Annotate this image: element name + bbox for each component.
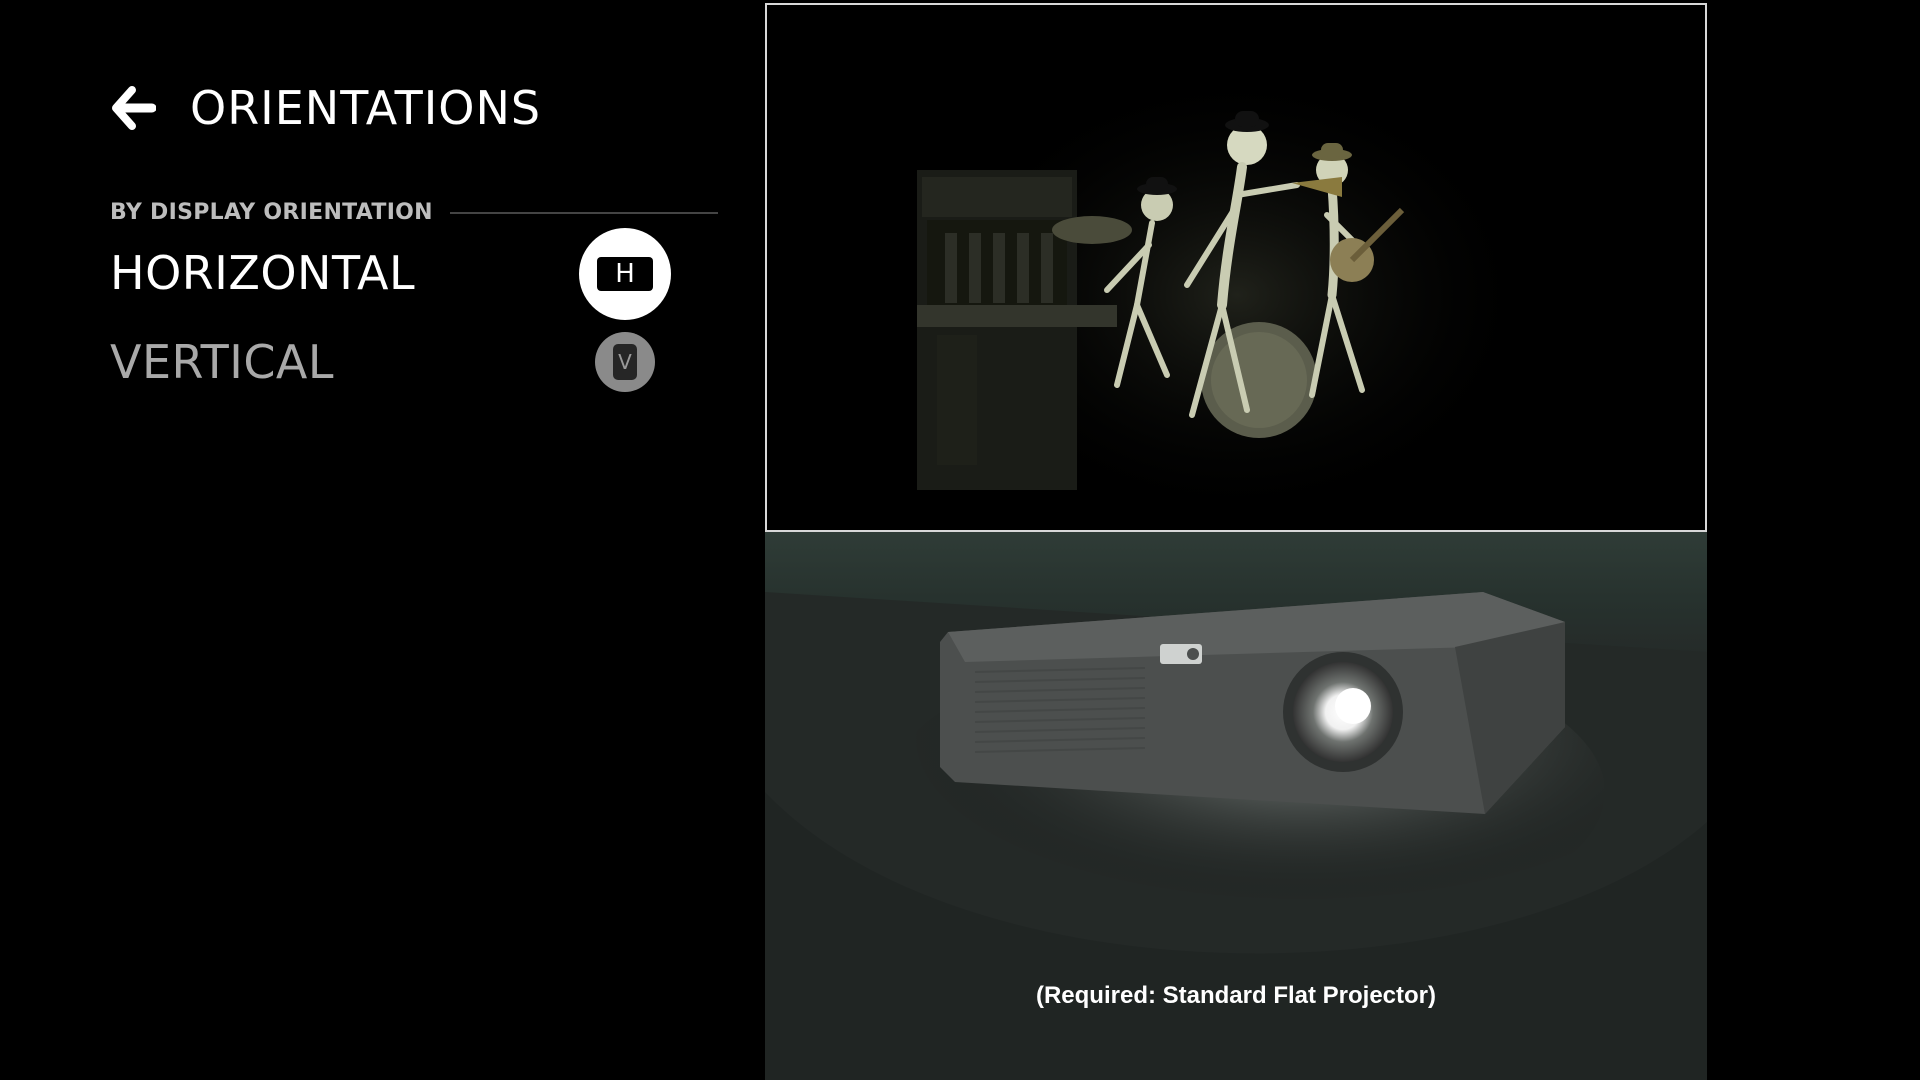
projection-screen-preview [765, 3, 1707, 532]
preview-caption: (Required: Standard Flat Projector) [1035, 982, 1437, 1009]
vertical-badge-letter: V [613, 344, 637, 380]
horizontal-icon: H [579, 228, 671, 320]
back-button[interactable] [110, 84, 158, 132]
preview-panel: (Required: Standard Flat Projector) [765, 0, 1707, 1080]
option-horizontal-label: HORIZONTAL [110, 246, 416, 300]
horizontal-badge-letter: H [597, 257, 653, 291]
page-title: ORIENTATIONS [190, 81, 542, 135]
projector-room-image: (Required: Standard Flat Projector) [765, 532, 1707, 1080]
section-divider [450, 212, 718, 214]
section-label: BY DISPLAY ORIENTATION [110, 200, 433, 225]
option-horizontal[interactable]: HORIZONTAL H [110, 228, 680, 320]
option-vertical-label: VERTICAL [110, 335, 335, 389]
arrow-left-icon [112, 86, 156, 130]
vertical-icon: V [595, 332, 655, 392]
option-vertical[interactable]: VERTICAL V [110, 330, 680, 394]
skeleton-band-image [917, 65, 1537, 525]
page-header: ORIENTATIONS [110, 78, 541, 138]
